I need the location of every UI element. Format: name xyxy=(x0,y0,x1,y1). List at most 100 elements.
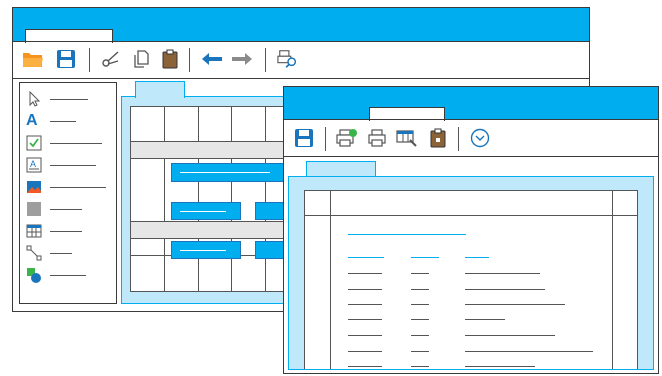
save-icon xyxy=(57,50,75,68)
print-design-icon xyxy=(396,130,417,147)
save-button[interactable] xyxy=(293,127,315,149)
svg-text:A: A xyxy=(30,159,36,169)
grid-col-line xyxy=(198,107,199,291)
report-row-cell xyxy=(411,351,429,352)
toolbar-separator xyxy=(189,48,190,72)
tool-label[interactable]: A xyxy=(26,157,116,175)
dropdown-button[interactable] xyxy=(469,127,491,149)
toolbar-bottom-border xyxy=(284,156,658,157)
tool-image[interactable] xyxy=(26,179,116,197)
report-row-cell xyxy=(411,319,429,320)
tool-palette: A A xyxy=(19,82,117,304)
report-title-line xyxy=(348,234,466,235)
label-tool-icon: A xyxy=(26,157,42,173)
tool-table[interactable] xyxy=(26,223,116,241)
tool-text[interactable]: A xyxy=(26,113,116,131)
report-design-tab[interactable] xyxy=(135,81,185,98)
save-button[interactable] xyxy=(55,48,77,70)
report-row-cell xyxy=(348,366,382,367)
grid-col-line xyxy=(164,107,165,291)
print-preview-button[interactable] xyxy=(277,48,299,70)
print-settings-button[interactable] xyxy=(336,127,358,149)
grid-col-line xyxy=(265,107,266,291)
dropdown-circle-icon xyxy=(470,128,490,148)
report-row-cell xyxy=(465,351,593,352)
task-bar[interactable] xyxy=(171,241,241,259)
print-preview-icon xyxy=(277,50,297,68)
tool-label-line xyxy=(50,253,72,254)
report-row-cell xyxy=(411,304,429,305)
redo-button[interactable] xyxy=(231,48,253,70)
tool-connector[interactable] xyxy=(26,245,116,263)
report-row-cell xyxy=(348,273,382,274)
tool-label-line xyxy=(50,187,106,188)
tool-rectangle[interactable] xyxy=(26,201,116,219)
tool-label-line xyxy=(50,143,102,144)
pointer-tool-icon xyxy=(29,91,41,107)
save-icon xyxy=(295,129,313,147)
report-row-cell xyxy=(465,304,565,305)
undo-icon xyxy=(202,53,222,65)
open-folder-button[interactable] xyxy=(22,48,44,70)
paste-icon xyxy=(162,49,178,69)
report-row-cell xyxy=(411,289,429,290)
clipboard-lock-button[interactable] xyxy=(427,127,449,149)
image-tool-icon xyxy=(27,181,41,193)
tool-label-line xyxy=(50,121,76,122)
checkbox-tool-icon xyxy=(26,135,42,151)
report-row-cell xyxy=(348,319,382,320)
column-header-line xyxy=(348,257,384,258)
tool-label-line xyxy=(50,165,96,166)
print-button[interactable] xyxy=(366,127,388,149)
tool-label-line xyxy=(50,209,82,210)
connector-tool-icon xyxy=(26,245,42,261)
task-bar-label-line xyxy=(180,172,270,173)
column-header-line xyxy=(411,257,439,258)
report-row-cell xyxy=(348,289,382,290)
page-margin-line xyxy=(330,191,331,369)
preview-titlebar xyxy=(284,87,658,119)
report-row-cell xyxy=(465,273,540,274)
rectangle-tool-icon xyxy=(27,202,41,216)
designer-tabstrip-line xyxy=(13,41,589,42)
print-design-button[interactable] xyxy=(396,127,418,149)
report-row-cell xyxy=(465,319,505,320)
page-margin-line xyxy=(612,191,613,369)
shapes-tool-icon xyxy=(27,268,41,283)
print-icon xyxy=(368,129,386,147)
copy-icon xyxy=(134,50,149,68)
cut-button[interactable] xyxy=(100,48,122,70)
tool-checkbox[interactable] xyxy=(26,135,116,153)
tool-label-line xyxy=(50,275,86,276)
task-bar-label-line xyxy=(180,250,226,251)
column-header-line xyxy=(465,257,489,258)
task-bar-label-line xyxy=(180,211,226,212)
report-row-cell xyxy=(465,366,535,367)
tool-pointer[interactable] xyxy=(26,91,116,109)
report-row-cell xyxy=(348,304,382,305)
toolbar-bottom-border xyxy=(13,78,589,79)
preview-window xyxy=(283,86,659,374)
text-tool-icon: A xyxy=(26,112,38,129)
tool-shapes[interactable] xyxy=(26,267,116,285)
open-folder-icon xyxy=(23,53,43,67)
task-bar[interactable] xyxy=(171,202,241,220)
preview-tabstrip-line xyxy=(284,119,658,120)
toolbar-separator xyxy=(89,48,90,72)
clipboard-lock-icon xyxy=(430,128,446,148)
report-row-cell xyxy=(411,366,429,367)
toolbar-separator xyxy=(325,127,326,151)
redo-icon xyxy=(232,53,252,65)
copy-button[interactable] xyxy=(131,48,153,70)
report-row-cell xyxy=(348,351,382,352)
task-bar[interactable] xyxy=(171,163,293,182)
toolbar-separator xyxy=(265,48,266,72)
report-row-cell xyxy=(465,289,545,290)
tool-label-line xyxy=(50,231,82,232)
grid-col-line xyxy=(231,107,232,291)
report-row-cell xyxy=(465,335,555,336)
paste-button[interactable] xyxy=(159,48,181,70)
print-settings-icon xyxy=(336,129,357,147)
tool-label-line xyxy=(50,99,88,100)
undo-button[interactable] xyxy=(201,48,223,70)
